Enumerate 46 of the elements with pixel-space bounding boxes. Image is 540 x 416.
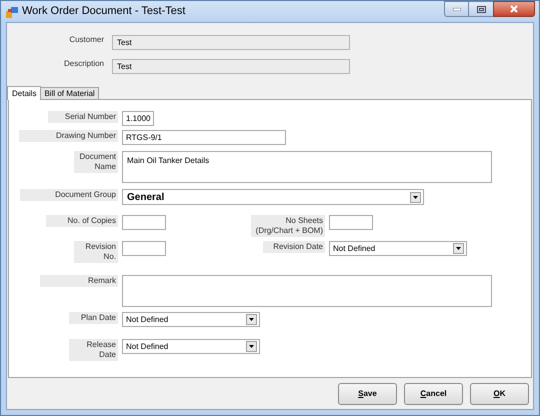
field-label: Revision No. [74,241,118,263]
input-field[interactable]: 1.1000 [122,111,154,126]
input-field[interactable] [122,241,166,256]
field-label: Remark [40,275,118,287]
input-field[interactable]: RTGS-9/1 [122,130,286,145]
dialog-button[interactable]: Cancel [404,382,463,404]
tab[interactable]: Bill of Material [41,87,99,99]
dropdown-field[interactable]: Not Defined [122,339,260,354]
dialog-button[interactable]: OK [470,382,529,404]
minimize-icon [452,8,460,10]
close-icon [510,5,518,13]
field-label: Drawing Number [19,130,118,142]
field-label: No Sheets (Drg/Chart + BOM) [251,215,325,237]
tab[interactable]: Details [7,86,42,100]
caret-icon [249,318,254,321]
field-label: Description [62,58,105,70]
field-label: Document Group [20,189,118,201]
field-label: Plan Date [69,312,118,324]
app-icon [6,6,18,18]
text-area[interactable]: Main Oil Tanker Details [122,151,492,183]
caret-icon [249,345,254,348]
dropdown-button[interactable] [410,192,421,202]
field-label: Document Name [74,151,118,173]
dropdown-field[interactable]: Not Defined [329,241,467,256]
dialog-button[interactable]: Save [338,382,397,404]
field-label: Serial Number [48,111,118,123]
minimize-button[interactable] [444,1,469,17]
close-button[interactable] [493,1,535,17]
input-field[interactable] [122,215,166,230]
read-only-field: Test [112,59,350,74]
caret-icon [456,247,461,250]
field-label: Customer [68,34,105,46]
window-title: Work Order Document - Test-Test [22,4,186,20]
field-label: Revision Date [263,241,325,253]
field-label: No. of Copies [46,215,118,227]
caret-icon [413,196,418,198]
dropdown-field[interactable]: General [122,189,424,205]
maximize-button[interactable] [469,1,493,17]
dropdown-button[interactable] [246,341,257,352]
restore-icon [476,6,486,12]
field-label: Release Date [69,339,118,361]
dropdown-button[interactable] [453,243,464,254]
dropdown-field[interactable]: Not Defined [122,312,260,327]
input-field[interactable] [329,215,373,230]
dropdown-button[interactable] [246,314,257,325]
read-only-field: Test [112,35,350,50]
